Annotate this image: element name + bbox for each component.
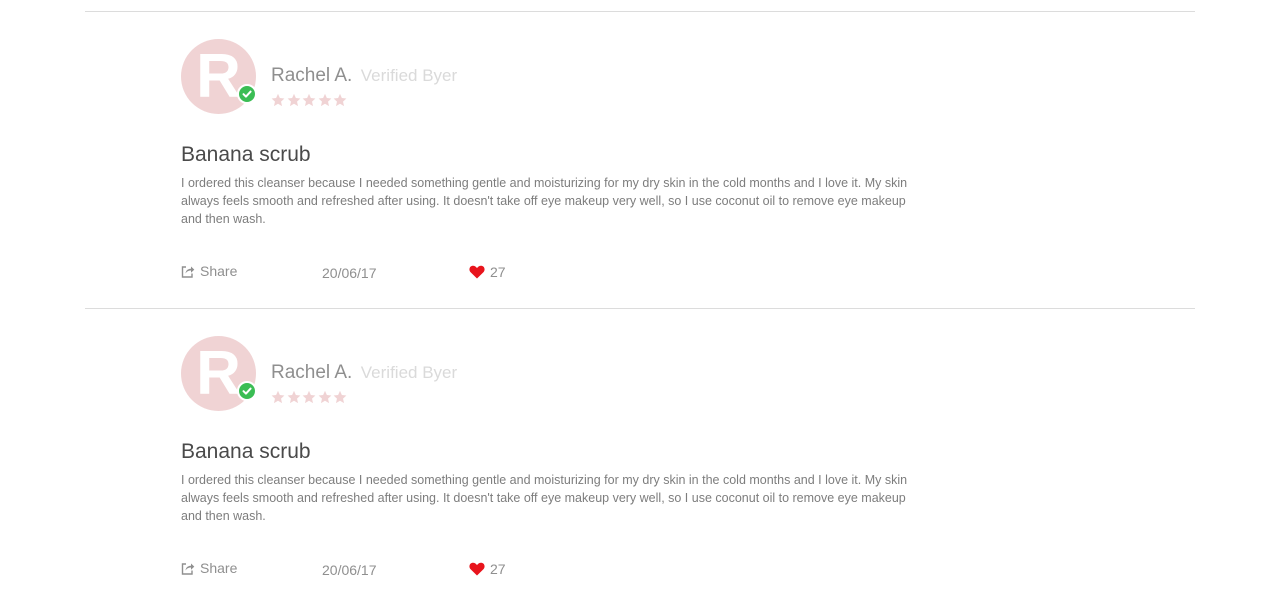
review-body: I ordered this cleanser because I needed…	[181, 473, 908, 523]
star-icon	[318, 93, 331, 107]
like-button[interactable]: 27	[469, 561, 506, 577]
share-button[interactable]: Share	[181, 263, 237, 279]
verified-buyer-label: Verified Byer	[360, 66, 458, 85]
reviewer-name: Rachel A.	[271, 362, 353, 383]
review-actions: Share 20/06/17 27	[181, 263, 581, 283]
heart-icon	[469, 265, 485, 279]
like-count: 27	[490, 264, 506, 280]
review-date: 20/06/17	[322, 265, 377, 281]
divider	[85, 11, 1195, 12]
verified-check-icon	[237, 381, 257, 401]
reviewer-header: Rachel A. Verified Byer	[271, 64, 457, 89]
verified-check-icon	[237, 84, 257, 104]
share-button[interactable]: Share	[181, 560, 237, 576]
star-icon	[302, 93, 316, 107]
star-rating	[271, 390, 347, 404]
star-icon	[302, 390, 316, 404]
star-icon	[318, 390, 331, 404]
review-title: Banana scrub	[181, 143, 311, 166]
review-body: I ordered this cleanser because I needed…	[181, 176, 908, 226]
review-title: Banana scrub	[181, 440, 311, 463]
star-icon	[271, 93, 285, 107]
star-icon	[271, 390, 285, 404]
share-label: Share	[200, 263, 238, 279]
share-icon	[181, 562, 195, 575]
star-rating	[271, 93, 347, 107]
star-icon	[333, 390, 347, 404]
like-count: 27	[490, 561, 506, 577]
reviewer-name: Rachel A.	[271, 65, 353, 86]
review-actions: Share 20/06/17 27	[181, 560, 581, 580]
review-date: 20/06/17	[322, 562, 377, 578]
star-icon	[287, 390, 300, 404]
share-label: Share	[200, 560, 238, 576]
review-card: R Rachel A. Verified Byer Banana scrub I…	[181, 39, 941, 299]
reviewer-header: Rachel A. Verified Byer	[271, 361, 457, 386]
like-button[interactable]: 27	[469, 264, 506, 280]
share-icon	[181, 265, 195, 278]
heart-icon	[469, 562, 485, 576]
divider	[85, 308, 1195, 309]
star-icon	[287, 93, 300, 107]
reviews-list: R Rachel A. Verified Byer Banana scrub I…	[0, 0, 1280, 604]
star-icon	[333, 93, 347, 107]
review-card: R Rachel A. Verified Byer Banana scrub I…	[181, 336, 941, 596]
verified-buyer-label: Verified Byer	[360, 363, 458, 382]
